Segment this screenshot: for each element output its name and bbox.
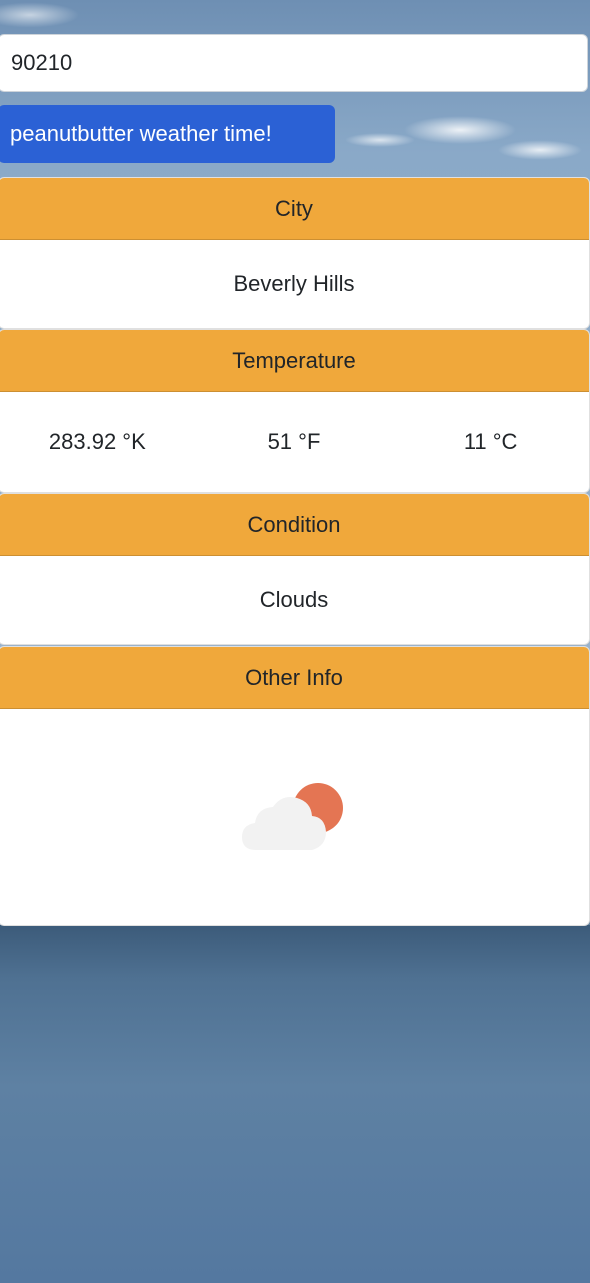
condition-card: Condition Clouds	[0, 493, 590, 645]
background-water	[0, 925, 590, 1283]
temperature-body: 283.92 °K 51 °F 11 °C	[0, 392, 589, 492]
condition-body: Clouds	[0, 556, 589, 644]
other-info-body	[0, 709, 589, 925]
temperature-header: Temperature	[0, 330, 589, 392]
temperature-card: Temperature 283.92 °K 51 °F 11 °C	[0, 329, 590, 493]
condition-header: Condition	[0, 494, 589, 556]
temperature-kelvin: 283.92 °K	[48, 429, 146, 454]
temperature-celsius: 11 °C	[463, 429, 518, 454]
city-body: Beverly Hills	[0, 240, 589, 328]
other-info-header: Other Info	[0, 647, 589, 709]
condition-value: Clouds	[259, 587, 329, 612]
city-card: City Beverly Hills	[0, 177, 590, 329]
city-header: City	[0, 178, 589, 240]
zip-code-input[interactable]	[0, 34, 588, 92]
partly-cloudy-icon	[242, 780, 346, 854]
temperature-fahrenheit: 51 °F	[267, 429, 321, 454]
city-value: Beverly Hills	[233, 271, 355, 296]
other-info-card: Other Info	[0, 646, 590, 926]
submit-weather-button[interactable]: peanutbutter weather time!	[0, 105, 335, 163]
